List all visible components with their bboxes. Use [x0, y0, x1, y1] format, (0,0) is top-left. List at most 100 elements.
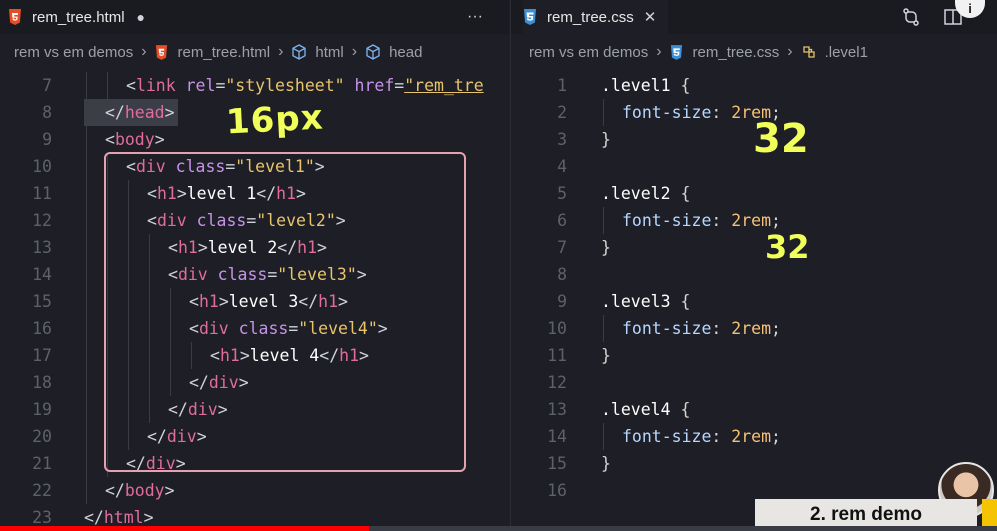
code-line[interactable]: 22 </body>: [0, 477, 509, 504]
code-text: }: [601, 342, 611, 369]
code-token: href: [344, 76, 395, 95]
breadcrumb-folder[interactable]: rem vs em demos: [529, 44, 648, 61]
code-line[interactable]: 8: [511, 261, 997, 288]
line-number: 2: [557, 103, 567, 122]
line-number: 12: [32, 211, 52, 230]
selector-symbol-icon: [801, 44, 817, 60]
breadcrumb: rem vs em demos › rem_tree.html › html ›…: [0, 38, 509, 66]
video-progress-fill: [0, 526, 369, 531]
line-number: 14: [32, 265, 52, 284]
chevron-right-icon: ›: [141, 43, 147, 60]
line-number: 10: [32, 157, 52, 176]
line-number: 13: [547, 400, 567, 419]
indent-guide: [86, 180, 87, 207]
unsaved-dot-icon[interactable]: ●: [137, 9, 145, 25]
code-token: font-size: [622, 211, 712, 230]
line-number: 7: [42, 76, 52, 95]
indent-guide: [86, 153, 87, 180]
code-token: >: [154, 130, 165, 149]
code-token: >: [164, 481, 175, 500]
cube-icon: [291, 44, 307, 60]
code-line[interactable]: 5 .level2 {: [511, 180, 997, 207]
code-token: </: [105, 103, 125, 122]
chevron-right-icon: ›: [656, 43, 662, 60]
code-token: .level1: [601, 76, 671, 95]
code-line[interactable]: 14 font-size: 2rem;: [511, 423, 997, 450]
breadcrumb-head[interactable]: head: [389, 44, 422, 61]
more-actions-icon[interactable]: ···: [462, 6, 488, 28]
code-text: .level3 {: [601, 288, 690, 315]
code-token: 2rem: [731, 319, 772, 338]
line-number: 7: [557, 238, 567, 257]
line-number: 15: [547, 454, 567, 473]
line-number: 9: [42, 130, 52, 149]
line-number: 20: [32, 427, 52, 446]
breadcrumb-selector[interactable]: .level1: [825, 44, 868, 61]
code-line[interactable]: 7 <link rel="stylesheet" href="rem_tre: [0, 72, 509, 99]
annotation-16px: 16px: [225, 97, 325, 143]
breadcrumb-html[interactable]: html: [315, 44, 343, 61]
annotation-32-second: 32: [765, 228, 810, 266]
tab-rem-tree-css[interactable]: rem_tree.css ✕: [523, 0, 669, 34]
indent-guide: [86, 72, 87, 99]
code-line[interactable]: 10 font-size: 2rem;: [511, 315, 997, 342]
annotation-32-first: 32: [753, 116, 809, 162]
code-line[interactable]: 15}: [511, 450, 997, 477]
breadcrumb-folder[interactable]: rem vs em demos: [14, 44, 133, 61]
code-token: >: [143, 508, 154, 527]
line-number: 16: [32, 319, 52, 338]
code-line[interactable]: 7}: [511, 234, 997, 261]
tab-rem-tree-html[interactable]: rem_tree.html ●: [8, 0, 145, 34]
line-number: 8: [42, 103, 52, 122]
line-number: 3: [557, 130, 567, 149]
code-token: "rem_tre: [404, 76, 484, 95]
code-text: .level1 {: [601, 72, 690, 99]
code-text: }: [601, 234, 611, 261]
line-number: 17: [32, 346, 52, 365]
code-line[interactable]: 13 .level4 {: [511, 396, 997, 423]
code-token: .level2: [601, 184, 671, 203]
code-line[interactable]: 9 .level3 {: [511, 288, 997, 315]
code-line[interactable]: 12: [511, 369, 997, 396]
compare-changes-icon[interactable]: [899, 5, 923, 29]
code-token: "stylesheet": [225, 76, 345, 95]
css-tab-bar: rem_tree.css ✕: [511, 0, 997, 34]
indent-guide: [603, 99, 604, 126]
code-token: font-size: [622, 319, 712, 338]
indent-guide: [603, 207, 604, 234]
line-number: 21: [32, 454, 52, 473]
code-text: </body>: [105, 477, 175, 504]
indent-guide: [107, 72, 108, 99]
code-text: }: [601, 450, 611, 477]
code-line[interactable]: 1 .level1 {: [511, 72, 997, 99]
html-editor-pane: rem_tree.html ● ··· rem vs em demos › re…: [0, 0, 509, 531]
code-token: font-size: [622, 427, 712, 446]
line-number: 19: [32, 400, 52, 419]
code-text: .level2 {: [601, 180, 690, 207]
code-token: font-size: [622, 103, 712, 122]
code-token: .level3: [601, 292, 671, 311]
code-token: }: [601, 454, 611, 473]
indent-guide: [603, 315, 604, 342]
code-token: <: [126, 76, 136, 95]
code-token: </: [84, 508, 104, 527]
code-line[interactable]: 11}: [511, 342, 997, 369]
indent-guide: [86, 315, 87, 342]
line-number: 15: [32, 292, 52, 311]
line-number: 1: [557, 76, 567, 95]
html5-icon: [8, 9, 22, 25]
tab-filename: rem_tree.html: [32, 8, 125, 26]
line-number: 16: [547, 481, 567, 500]
code-token: =: [215, 76, 226, 95]
video-progress-bar[interactable]: [0, 526, 997, 531]
breadcrumb-file[interactable]: rem_tree.html: [178, 44, 271, 61]
code-line[interactable]: 6 font-size: 2rem;: [511, 207, 997, 234]
code-token: :: [711, 427, 732, 446]
code-text: .level4 {: [601, 396, 690, 423]
close-icon[interactable]: ✕: [644, 8, 657, 26]
code-text: <link rel="stylesheet" href="rem_tre: [126, 72, 484, 99]
line-number: 12: [547, 373, 567, 392]
indent-guide: [86, 396, 87, 423]
code-token: ;: [771, 427, 781, 446]
breadcrumb-file[interactable]: rem_tree.css: [693, 44, 780, 61]
